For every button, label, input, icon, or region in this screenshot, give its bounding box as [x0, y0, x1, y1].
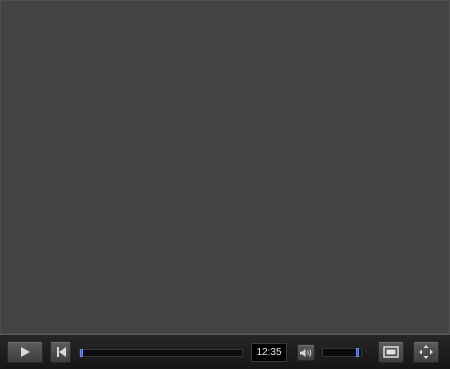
control-bar: 12:35	[0, 334, 450, 369]
seek-bar[interactable]	[79, 349, 243, 357]
play-icon	[21, 347, 30, 357]
restart-button[interactable]	[50, 341, 71, 363]
skip-back-icon	[56, 347, 66, 357]
mute-button[interactable]	[297, 344, 315, 361]
time-display: 12:35	[251, 343, 287, 362]
seek-handle[interactable]	[80, 349, 83, 357]
screen-size-button[interactable]	[378, 341, 404, 363]
play-button[interactable]	[7, 341, 43, 363]
speaker-icon	[300, 348, 312, 357]
video-player: 12:35	[0, 0, 450, 369]
video-display-area[interactable]	[0, 0, 450, 334]
fullscreen-arrows-icon	[419, 345, 433, 359]
fullscreen-button[interactable]	[413, 341, 439, 363]
screen-size-icon	[383, 346, 399, 358]
volume-handle[interactable]	[356, 348, 359, 357]
volume-slider[interactable]	[322, 348, 362, 357]
